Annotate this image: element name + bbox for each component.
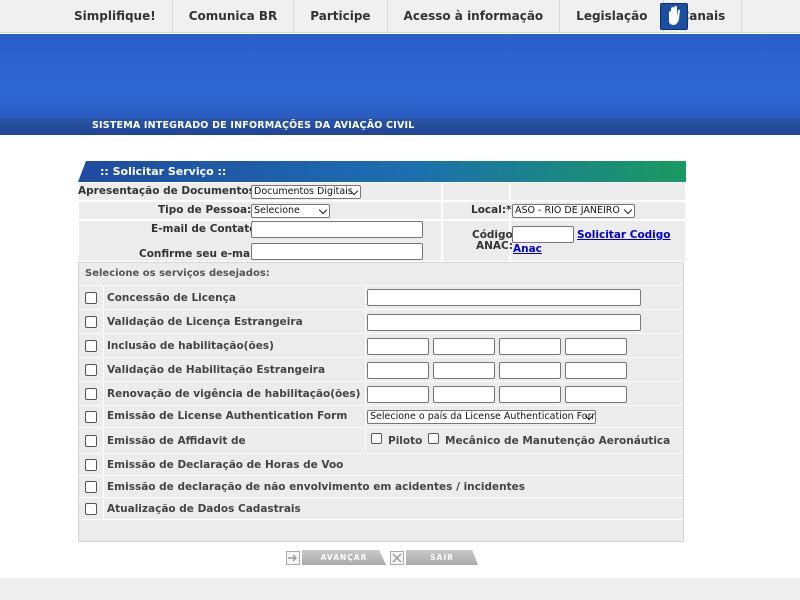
- form-cell: [442, 182, 510, 201]
- service-label: Concessão de Licença: [107, 292, 236, 304]
- row-divider: [365, 382, 366, 405]
- concessao-input[interactable]: [367, 289, 641, 306]
- service-checkbox[interactable]: [85, 481, 97, 493]
- service-label: Emissão de Affidavit de: [107, 435, 246, 447]
- service-label: Atualização de Dados Cadastrais: [107, 503, 301, 515]
- services-title: Selecione os serviços desejados:: [85, 268, 270, 279]
- service-row: Emissão de Affidavit de Piloto Mecânico …: [79, 427, 683, 453]
- row-divider: [365, 286, 366, 309]
- inclusao-input-3[interactable]: [499, 338, 561, 355]
- service-label: Emissão de declaração de não envolviment…: [107, 481, 525, 493]
- service-row: Atualização de Dados Cadastrais: [79, 497, 683, 519]
- local-label: Local:*: [471, 204, 512, 216]
- tipo-pessoa-label: Tipo de Pessoa:*: [158, 204, 257, 216]
- service-label: Renovação de vigência de habilitação(ões…: [107, 388, 361, 400]
- renovacao-input-1[interactable]: [367, 386, 429, 403]
- mecanico-label: Mecânico de Manutenção Aeronáutica: [445, 435, 671, 447]
- site-banner: SISTEMA INTEGRADO DE INFORMAÇÕES DA AVIA…: [0, 34, 800, 135]
- service-checkbox[interactable]: [85, 340, 97, 352]
- local-value: ASO - RIO DE JANEIRO: [515, 205, 620, 216]
- nav-simplifique[interactable]: Simplifique!: [58, 0, 173, 33]
- service-row: Emissão de License Authentication Form S…: [79, 405, 683, 427]
- row-divider: [365, 358, 366, 381]
- service-row: Renovação de vigência de habilitação(ões…: [79, 381, 683, 405]
- service-row: Validação de Habilitação Estrangeira: [79, 357, 683, 381]
- chevron-down-icon: [318, 205, 328, 215]
- confirm-email-label: Confirme seu e-mail: [139, 248, 258, 260]
- service-label: Validação de Licença Estrangeira: [107, 316, 303, 328]
- tipo-pessoa-value: Selecione: [254, 205, 300, 216]
- renovacao-input-2[interactable]: [433, 386, 495, 403]
- service-checkbox[interactable]: [85, 292, 97, 304]
- apresentacao-label: Apresentação de Documentos:*: [78, 185, 265, 197]
- validacao-hab-input-1[interactable]: [367, 362, 429, 379]
- form-cell: [510, 182, 686, 201]
- row-divider: [365, 428, 366, 453]
- codigo-anac-field[interactable]: [512, 226, 574, 243]
- apresentacao-value: Documentos Digitais: [254, 186, 353, 197]
- validacao-hab-input-4[interactable]: [565, 362, 627, 379]
- confirm-email-field[interactable]: [251, 243, 423, 260]
- request-service-panel: :: Solicitar Serviço :: Apresentação de …: [78, 161, 686, 262]
- service-checkbox[interactable]: [85, 388, 97, 400]
- request-form: Apresentação de Documentos:* Documentos …: [78, 182, 686, 262]
- nav-participe[interactable]: Participe: [294, 0, 388, 33]
- solicitar-codigo-link[interactable]: Solicitar Codigo: [577, 229, 671, 241]
- service-checkbox[interactable]: [85, 364, 97, 376]
- nav-comunica-br[interactable]: Comunica BR: [173, 0, 295, 33]
- service-row: Validação de Licença Estrangeira: [79, 309, 683, 333]
- row-divider: [365, 406, 366, 427]
- renovacao-input-4[interactable]: [565, 386, 627, 403]
- service-row: Concessão de Licença: [79, 285, 683, 309]
- row-divider: [365, 310, 366, 333]
- anac-label: ANAC:: [476, 240, 513, 252]
- service-label: Emissão de Declaração de Horas de Voo: [107, 459, 344, 471]
- apresentacao-select[interactable]: Documentos Digitais: [251, 185, 361, 199]
- hand-sign-icon[interactable]: [660, 3, 688, 30]
- piloto-checkbox[interactable]: [371, 433, 382, 444]
- service-label: Validação de Habilitação Estrangeira: [107, 364, 326, 376]
- service-label: Emissão de License Authentication Form: [107, 410, 348, 422]
- inclusao-input-4[interactable]: [565, 338, 627, 355]
- validacao-hab-input-3[interactable]: [499, 362, 561, 379]
- email-field[interactable]: [251, 221, 423, 238]
- nav-acesso-informacao[interactable]: Acesso à informação: [388, 0, 561, 33]
- avancar-button[interactable]: AVANÇAR: [302, 550, 386, 565]
- row-divider: [365, 334, 366, 357]
- inclusao-input-2[interactable]: [433, 338, 495, 355]
- service-row: Inclusão de habilitação(ões): [79, 333, 683, 357]
- close-icon: [390, 551, 404, 565]
- tipo-pessoa-select[interactable]: Selecione: [251, 204, 330, 218]
- mecanico-checkbox[interactable]: [428, 433, 439, 444]
- service-checkbox[interactable]: [85, 411, 97, 423]
- services-table: Selecione os serviços desejados: Concess…: [78, 262, 684, 542]
- chevron-down-icon: [623, 205, 633, 215]
- renovacao-input-3[interactable]: [499, 386, 561, 403]
- sair-button[interactable]: SAIR: [406, 550, 478, 565]
- top-nav: Simplifique! Comunica BR Participe Acess…: [58, 0, 743, 33]
- email-label: E-mail de Contato: [151, 223, 257, 235]
- anac-link[interactable]: Anac: [513, 243, 542, 255]
- service-checkbox[interactable]: [85, 459, 97, 471]
- laf-country-select[interactable]: Selecione o país da License Authenticati…: [367, 410, 596, 424]
- validacao-licenca-input[interactable]: [367, 314, 641, 331]
- system-title: SISTEMA INTEGRADO DE INFORMAÇÕES DA AVIA…: [92, 120, 415, 131]
- service-checkbox[interactable]: [85, 316, 97, 328]
- local-select[interactable]: ASO - RIO DE JANEIRO: [512, 204, 635, 218]
- laf-country-value: Selecione o país da License Authenticati…: [370, 411, 596, 422]
- page-footer: [0, 578, 800, 600]
- validacao-hab-input-2[interactable]: [433, 362, 495, 379]
- arrow-right-icon: [286, 551, 300, 565]
- gov-top-bar: Simplifique! Comunica BR Participe Acess…: [0, 0, 800, 33]
- service-checkbox[interactable]: [85, 503, 97, 515]
- inclusao-input-1[interactable]: [367, 338, 429, 355]
- panel-title: :: Solicitar Serviço ::: [78, 161, 686, 182]
- empty-row: [79, 519, 683, 542]
- service-row: Emissão de Declaração de Horas de Voo: [79, 453, 683, 475]
- nav-legislacao[interactable]: Legislação: [560, 0, 665, 33]
- piloto-label: Piloto: [388, 435, 423, 447]
- service-checkbox[interactable]: [85, 435, 97, 447]
- service-label: Inclusão de habilitação(ões): [107, 340, 274, 352]
- service-row: Emissão de declaração de não envolviment…: [79, 475, 683, 497]
